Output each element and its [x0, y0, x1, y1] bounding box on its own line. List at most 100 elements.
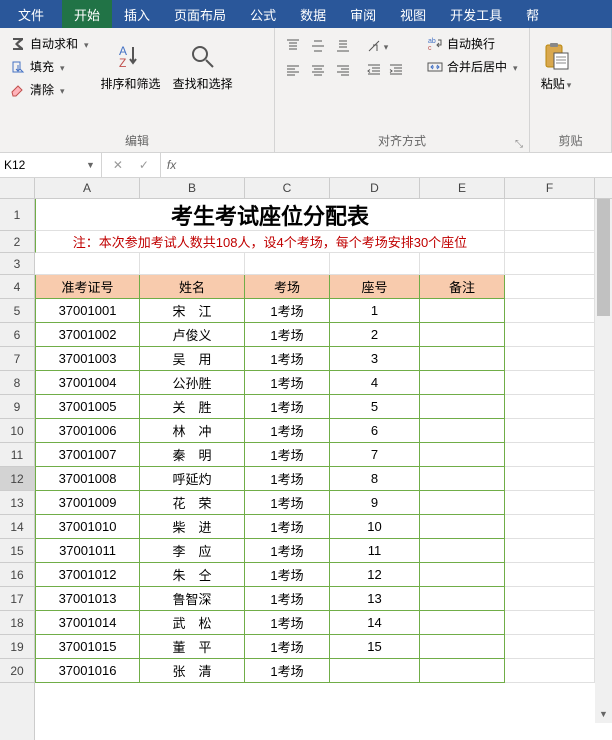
- column-header[interactable]: B: [140, 178, 245, 198]
- column-header[interactable]: A: [35, 178, 140, 198]
- cell[interactable]: [330, 253, 420, 275]
- cell[interactable]: 1考场: [245, 395, 330, 419]
- cell[interactable]: [420, 587, 505, 611]
- find-select-button[interactable]: 查找和选择: [167, 31, 239, 111]
- tab-home[interactable]: 开始: [62, 0, 112, 28]
- cell[interactable]: 武 松: [140, 611, 245, 635]
- column-header[interactable]: E: [420, 178, 505, 198]
- cell[interactable]: 9: [330, 491, 420, 515]
- row-header[interactable]: 10: [0, 419, 34, 443]
- cell[interactable]: 宋 江: [140, 299, 245, 323]
- cell[interactable]: 吴 用: [140, 347, 245, 371]
- cell[interactable]: 37001007: [35, 443, 140, 467]
- row-header[interactable]: 20: [0, 659, 34, 683]
- row-header[interactable]: 9: [0, 395, 34, 419]
- sort-filter-button[interactable]: AZ 排序和筛选: [95, 31, 167, 111]
- cell[interactable]: 37001011: [35, 539, 140, 563]
- cell[interactable]: 37001009: [35, 491, 140, 515]
- align-bottom-button[interactable]: [331, 34, 355, 58]
- cell[interactable]: 1考场: [245, 659, 330, 683]
- cell[interactable]: [505, 371, 595, 395]
- cell[interactable]: 1考场: [245, 443, 330, 467]
- cell[interactable]: 准考证号: [35, 275, 140, 299]
- cell[interactable]: [505, 539, 595, 563]
- cell[interactable]: [420, 467, 505, 491]
- row-header[interactable]: 13: [0, 491, 34, 515]
- cell[interactable]: [505, 199, 595, 231]
- cell[interactable]: 37001016: [35, 659, 140, 683]
- cell[interactable]: 鲁智深: [140, 587, 245, 611]
- cell[interactable]: [505, 467, 595, 491]
- cell[interactable]: [420, 659, 505, 683]
- cell[interactable]: 张 清: [140, 659, 245, 683]
- cell[interactable]: 14: [330, 611, 420, 635]
- column-header[interactable]: F: [505, 178, 595, 198]
- column-header[interactable]: D: [330, 178, 420, 198]
- cell[interactable]: 公孙胜: [140, 371, 245, 395]
- row-header[interactable]: 4: [0, 275, 34, 299]
- column-headers[interactable]: ABCDEF: [35, 178, 612, 199]
- scroll-thumb[interactable]: [597, 196, 610, 316]
- tab-data[interactable]: 数据: [288, 0, 338, 28]
- cell[interactable]: 林 冲: [140, 419, 245, 443]
- cell[interactable]: 8: [330, 467, 420, 491]
- row-headers[interactable]: 1234567891011121314151617181920: [0, 199, 35, 740]
- fill-button[interactable]: 填充: [6, 56, 93, 77]
- cell[interactable]: 1考场: [245, 467, 330, 491]
- cell[interactable]: 座号: [330, 275, 420, 299]
- cell[interactable]: 2: [330, 323, 420, 347]
- paste-button[interactable]: 粘贴: [534, 31, 578, 111]
- cell[interactable]: 7: [330, 443, 420, 467]
- orientation-button[interactable]: [363, 35, 391, 57]
- cell[interactable]: 1考场: [245, 323, 330, 347]
- align-right-button[interactable]: [331, 59, 355, 83]
- cell[interactable]: 12: [330, 563, 420, 587]
- cell[interactable]: [420, 347, 505, 371]
- tab-help[interactable]: 帮: [514, 0, 551, 28]
- cell[interactable]: 10: [330, 515, 420, 539]
- tab-formulas[interactable]: 公式: [238, 0, 288, 28]
- merge-center-button[interactable]: 合并后居中: [423, 56, 522, 77]
- cell[interactable]: [140, 253, 245, 275]
- cell[interactable]: 6: [330, 419, 420, 443]
- increase-indent-button[interactable]: [385, 59, 407, 81]
- cell[interactable]: 卢俊义: [140, 323, 245, 347]
- cell[interactable]: 李 应: [140, 539, 245, 563]
- cell[interactable]: [420, 371, 505, 395]
- sheet-grid[interactable]: ABCDEF 1234567891011121314151617181920 考…: [0, 178, 612, 740]
- cell[interactable]: [505, 231, 595, 253]
- cell[interactable]: 11: [330, 539, 420, 563]
- align-center-button[interactable]: [306, 59, 330, 83]
- cell[interactable]: 呼延灼: [140, 467, 245, 491]
- cell[interactable]: 1考场: [245, 515, 330, 539]
- cell[interactable]: [420, 323, 505, 347]
- cell[interactable]: [420, 635, 505, 659]
- row-header[interactable]: 11: [0, 443, 34, 467]
- row-header[interactable]: 18: [0, 611, 34, 635]
- cell[interactable]: 注：本次参加考试人数共108人，设4个考场，每个考场安排30个座位: [35, 231, 505, 253]
- tab-developer[interactable]: 开发工具: [438, 0, 514, 28]
- cell[interactable]: 1考场: [245, 299, 330, 323]
- row-header[interactable]: 7: [0, 347, 34, 371]
- cell[interactable]: 考场: [245, 275, 330, 299]
- wrap-text-button[interactable]: abc 自动换行: [423, 33, 522, 54]
- cell[interactable]: [505, 253, 595, 275]
- formula-input[interactable]: [182, 158, 612, 172]
- row-header[interactable]: 6: [0, 323, 34, 347]
- cell[interactable]: [505, 395, 595, 419]
- vertical-scrollbar[interactable]: ▲ ▼: [595, 178, 612, 723]
- cell[interactable]: 13: [330, 587, 420, 611]
- cell[interactable]: [505, 299, 595, 323]
- cell[interactable]: 董 平: [140, 635, 245, 659]
- tab-insert[interactable]: 插入: [112, 0, 162, 28]
- cell[interactable]: [505, 347, 595, 371]
- select-all-corner[interactable]: [0, 178, 35, 199]
- tab-page-layout[interactable]: 页面布局: [162, 0, 238, 28]
- cell[interactable]: [505, 635, 595, 659]
- cell[interactable]: [505, 275, 595, 299]
- cell[interactable]: 37001001: [35, 299, 140, 323]
- cell[interactable]: 1考场: [245, 347, 330, 371]
- cell[interactable]: [505, 611, 595, 635]
- cells-area[interactable]: 考生考试座位分配表注：本次参加考试人数共108人，设4个考场，每个考场安排30个…: [35, 199, 612, 740]
- cell[interactable]: [420, 395, 505, 419]
